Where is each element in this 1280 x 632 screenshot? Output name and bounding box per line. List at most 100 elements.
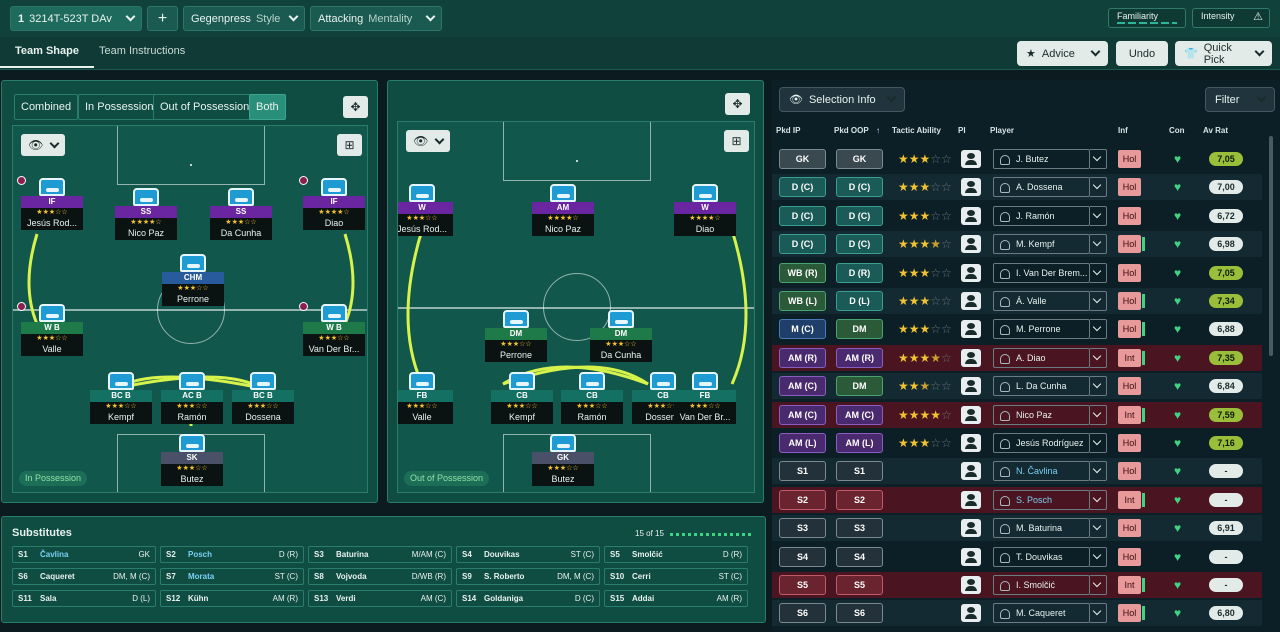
- tab-in-possession[interactable]: In Possession: [78, 94, 161, 120]
- selection-row[interactable]: AM (C) AM (C) ★★★★☆ Nico Paz Int ♥ 7,59: [772, 401, 1262, 428]
- player-instructions-icon[interactable]: [961, 576, 981, 594]
- header-con[interactable]: Con: [1169, 126, 1185, 135]
- player-select-dropdown[interactable]: [1090, 149, 1107, 169]
- oop-player-card[interactable]: FB ★★★☆☆ Valle: [398, 372, 453, 424]
- player-instructions-icon[interactable]: [961, 490, 981, 509]
- header-player[interactable]: Player: [990, 126, 1014, 135]
- position-oop-badge[interactable]: D (C): [836, 177, 883, 198]
- position-ip-badge[interactable]: WB (R): [779, 262, 826, 283]
- familiarity-meter[interactable]: Familiarity: [1108, 8, 1186, 28]
- position-ip-badge[interactable]: D (C): [779, 234, 826, 255]
- oop-player-card[interactable]: FB ★★★☆☆ Van Der Br...: [674, 372, 736, 424]
- player-select-dropdown[interactable]: [1090, 319, 1107, 340]
- substitute-item[interactable]: S13 Verdi AM (C): [308, 590, 452, 607]
- view-toggle[interactable]: 👁: [21, 134, 65, 156]
- position-oop-badge[interactable]: AM (L): [836, 433, 883, 453]
- player-instructions-icon[interactable]: [961, 377, 981, 396]
- scrollbar[interactable]: [1269, 136, 1273, 356]
- oop-player-card[interactable]: AM ★★★★☆ Nico Paz: [532, 184, 594, 236]
- player-instructions-icon[interactable]: [961, 519, 981, 538]
- filter-button[interactable]: Filter: [1205, 87, 1275, 112]
- position-ip-badge[interactable]: AM (L): [779, 433, 826, 453]
- position-oop-badge[interactable]: S5: [836, 575, 883, 595]
- selection-row[interactable]: S3 S3 M. Baturina Hol ♥ 6,91: [772, 515, 1262, 542]
- substitute-item[interactable]: S1 Čavlina GK: [12, 546, 156, 563]
- grid-icon[interactable]: ⊞: [337, 134, 362, 156]
- player-select-dropdown[interactable]: [1090, 234, 1107, 255]
- position-oop-badge[interactable]: GK: [836, 149, 883, 169]
- player-select-dropdown[interactable]: [1090, 291, 1107, 311]
- player-select[interactable]: M. Kempf: [993, 234, 1090, 255]
- selection-row[interactable]: D (C) D (C) ★★★★☆ M. Kempf Hol ♥ 6,98: [772, 231, 1262, 258]
- substitute-item[interactable]: S5 Smolčić D (R): [604, 546, 748, 563]
- substitute-item[interactable]: S7 Morata ST (C): [160, 568, 304, 585]
- player-select-dropdown[interactable]: [1090, 575, 1107, 595]
- mentality-select[interactable]: Attacking Mentality: [310, 6, 442, 31]
- position-ip-badge[interactable]: D (C): [779, 177, 826, 198]
- oop-player-card[interactable]: CB ★★★☆☆ Ramón: [561, 372, 623, 424]
- player-instructions-icon[interactable]: [961, 405, 981, 424]
- quick-pick-button[interactable]: 👕 Quick Pick: [1175, 41, 1272, 66]
- selection-row[interactable]: S4 S4 T. Douvikas Hol ♥ -: [772, 544, 1262, 570]
- position-ip-badge[interactable]: S3: [779, 518, 826, 539]
- player-select-dropdown[interactable]: [1090, 546, 1107, 567]
- style-select[interactable]: Gegenpress Style: [183, 6, 305, 31]
- player-select[interactable]: A. Diao: [993, 347, 1090, 368]
- player-instructions-icon[interactable]: [961, 547, 981, 566]
- tab-combined[interactable]: Combined: [14, 94, 79, 120]
- position-oop-badge[interactable]: S3: [836, 518, 883, 539]
- substitute-item[interactable]: S9 S. Roberto DM, M (C): [456, 568, 600, 585]
- ip-player-card[interactable]: BC B ★★★☆☆ Kempf: [90, 372, 152, 424]
- selection-row[interactable]: S1 S1 N. Čavlina Hol ♥ -: [772, 458, 1262, 485]
- ip-player-card[interactable]: IF ★★★☆☆ Jesús Rod...: [17, 176, 83, 230]
- header-pkd-ip[interactable]: Pkd IP: [776, 126, 800, 135]
- position-ip-badge[interactable]: S1: [779, 461, 826, 482]
- position-ip-badge[interactable]: D (C): [779, 205, 826, 226]
- player-instructions-icon[interactable]: [961, 206, 981, 225]
- ip-player-card[interactable]: SS ★★★★☆ Nico Paz: [115, 188, 177, 240]
- player-instructions-icon[interactable]: [961, 348, 981, 367]
- player-select[interactable]: J. Butez: [993, 149, 1090, 169]
- player-select[interactable]: I. Van Der Brem...: [993, 262, 1090, 283]
- advice-button[interactable]: ★ Advice: [1017, 41, 1108, 66]
- position-oop-badge[interactable]: S4: [836, 546, 883, 567]
- view-toggle[interactable]: 👁: [406, 130, 450, 152]
- position-ip-badge[interactable]: S4: [779, 546, 826, 567]
- ip-player-card[interactable]: SK ★★★☆☆ Butez: [161, 434, 223, 486]
- tab-out-of-possession[interactable]: Out of Possession: [153, 94, 257, 120]
- substitute-item[interactable]: S15 Addai AM (R): [604, 590, 748, 607]
- substitute-item[interactable]: S10 Cerri ST (C): [604, 568, 748, 585]
- player-select-dropdown[interactable]: [1090, 461, 1107, 482]
- selection-row[interactable]: S5 S5 I. Smolčić Int ♥ -: [772, 572, 1262, 598]
- player-instructions-icon[interactable]: [961, 178, 981, 197]
- position-oop-badge[interactable]: DM: [836, 376, 883, 397]
- player-select[interactable]: I. Smolčić: [993, 575, 1090, 595]
- position-ip-badge[interactable]: WB (L): [779, 291, 826, 311]
- ip-player-card[interactable]: W B ★★★☆☆ Van Der Br...: [299, 302, 365, 356]
- player-select[interactable]: L. Da Cunha: [993, 376, 1090, 397]
- player-instructions-icon[interactable]: [961, 235, 981, 254]
- position-ip-badge[interactable]: S6: [779, 603, 826, 624]
- player-select-dropdown[interactable]: [1090, 489, 1107, 510]
- player-select[interactable]: M. Perrone: [993, 319, 1090, 340]
- tab-both[interactable]: Both: [249, 94, 286, 120]
- player-select-dropdown[interactable]: [1090, 603, 1107, 624]
- position-oop-badge[interactable]: D (L): [836, 291, 883, 311]
- oop-player-card[interactable]: GK ★★★☆☆ Butez: [532, 434, 594, 486]
- selection-row[interactable]: S2 S2 S. Posch Int ♥ -: [772, 486, 1262, 513]
- position-ip-badge[interactable]: S5: [779, 575, 826, 595]
- player-instructions-icon[interactable]: [961, 462, 981, 481]
- position-oop-badge[interactable]: AM (C): [836, 404, 883, 425]
- player-select[interactable]: A. Dossena: [993, 177, 1090, 198]
- position-oop-badge[interactable]: D (C): [836, 234, 883, 255]
- ip-player-card[interactable]: BC B ★★★☆☆ Dossena: [232, 372, 294, 424]
- player-select[interactable]: Á. Valle: [993, 291, 1090, 311]
- oop-player-card[interactable]: DM ★★★☆☆ Perrone: [485, 310, 547, 362]
- intensity-meter[interactable]: Intensity ⚠: [1192, 8, 1270, 28]
- selection-row[interactable]: AM (C) DM ★★★☆☆ L. Da Cunha Hol ♥ 6,84: [772, 373, 1262, 400]
- player-select-dropdown[interactable]: [1090, 433, 1107, 453]
- substitute-item[interactable]: S14 Goldaniga D (C): [456, 590, 600, 607]
- substitute-item[interactable]: S6 Caqueret DM, M (C): [12, 568, 156, 585]
- ip-player-card[interactable]: W B ★★★☆☆ Valle: [17, 302, 83, 356]
- player-select-dropdown[interactable]: [1090, 518, 1107, 539]
